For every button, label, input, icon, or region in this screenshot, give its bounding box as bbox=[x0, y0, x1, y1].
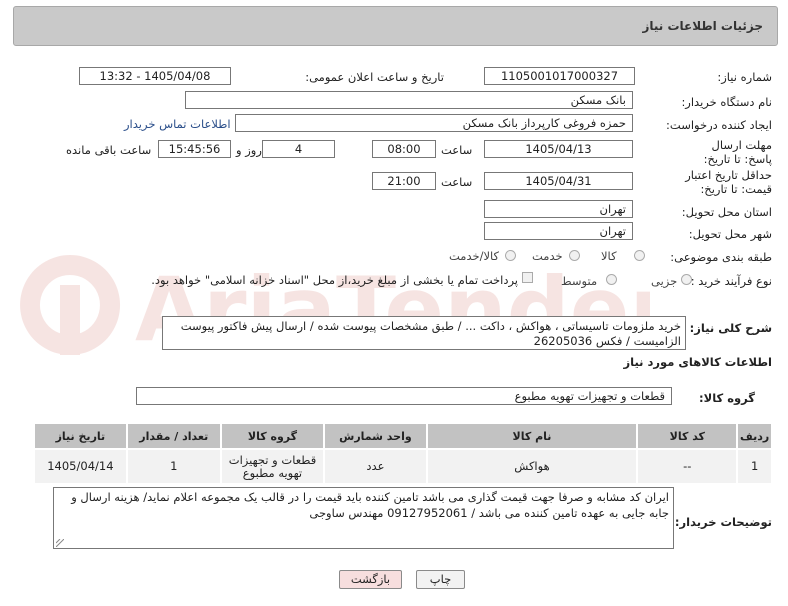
col-header-date: تاریخ نیاز bbox=[33, 424, 127, 449]
table-header-row: ردیف کد کالا نام کالا واحد شمارش گروه کا… bbox=[33, 424, 771, 449]
general-desc-field: خرید ملزومات تاسیساتی ، هواکش ، داکت ...… bbox=[162, 316, 686, 350]
category-radio-goods[interactable] bbox=[634, 250, 645, 261]
need-number-label: شماره نیاز: bbox=[717, 70, 772, 84]
category-option-service: خدمت bbox=[532, 249, 563, 263]
process-option-medium: متوسط bbox=[561, 274, 598, 288]
cell-qty: 1 bbox=[125, 448, 221, 483]
process-radio-medium[interactable] bbox=[606, 274, 617, 285]
reply-date-field: 1405/04/13 bbox=[484, 140, 633, 158]
print-button[interactable]: چاپ bbox=[416, 570, 465, 589]
col-header-qty: تعداد / مقدار bbox=[125, 424, 221, 449]
category-radio-service[interactable] bbox=[569, 250, 580, 261]
buyer-org-field: بانک مسکن bbox=[185, 91, 633, 109]
remaining-label: ساعت باقی مانده bbox=[66, 143, 152, 157]
validity-time-field: 21:00 bbox=[372, 172, 436, 190]
day-and-label: روز و bbox=[236, 143, 262, 157]
need-number-field: 1105001017000327 bbox=[484, 67, 635, 85]
buyer-contact-link[interactable]: اطلاعات تماس خریدار bbox=[124, 117, 231, 131]
validity-time-label: ساعت bbox=[441, 175, 473, 189]
reply-time-label: ساعت bbox=[441, 143, 473, 157]
cell-row: 1 bbox=[736, 448, 771, 483]
buyer-org-label: نام دستگاه خریدار: bbox=[681, 95, 772, 109]
category-option-goods-service: کالا/خدمت bbox=[449, 249, 500, 263]
remaining-time-field: 15:45:56 bbox=[158, 140, 231, 158]
remaining-days-field: 4 bbox=[262, 140, 335, 158]
panel-title: جزئیات اطلاعات نیاز bbox=[642, 19, 763, 33]
city-field: تهران bbox=[484, 222, 633, 240]
goods-info-heading: اطلاعات کالاهای مورد نیاز bbox=[623, 355, 772, 369]
cell-unit: عدد bbox=[323, 448, 427, 483]
buyer-notes-label: توضیحات خریدار: bbox=[674, 515, 772, 529]
cell-name: هواکش bbox=[425, 448, 638, 483]
treasury-payment-checkbox[interactable] bbox=[522, 272, 533, 283]
buyer-notes-field: ایران کد مشابه و صرفا جهت قیمت گذاری می … bbox=[53, 487, 674, 549]
cell-code: -- bbox=[636, 448, 738, 483]
reply-deadline-label: مهلت ارسال پاسخ: تا تاریخ: bbox=[703, 138, 772, 166]
creator-label: ایجاد کننده درخواست: bbox=[666, 118, 772, 132]
announce-datetime-label: تاریخ و ساعت اعلان عمومی: bbox=[305, 70, 444, 84]
panel-header: جزئیات اطلاعات نیاز bbox=[13, 6, 778, 46]
col-header-code: کد کالا bbox=[636, 424, 738, 449]
city-label: شهر محل تحویل: bbox=[688, 227, 772, 241]
category-label: طبقه بندی موضوعی: bbox=[670, 250, 772, 264]
announce-datetime-field: 1405/04/08 - 13:32 bbox=[79, 67, 231, 85]
price-validity-label: حداقل تاریخ اعتبار قیمت: تا تاریخ: bbox=[685, 168, 772, 196]
category-option-goods: کالا bbox=[601, 249, 617, 263]
province-field: تهران bbox=[484, 200, 633, 218]
table-row: 1 -- هواکش عدد قطعات و تجهیزات تهویه مطب… bbox=[33, 448, 771, 483]
goods-group-field: قطعات و تجهیزات تهویه مطبوع bbox=[136, 387, 672, 405]
validity-date-field: 1405/04/31 bbox=[484, 172, 633, 190]
col-header-unit: واحد شمارش bbox=[323, 424, 427, 449]
category-radio-goods-service[interactable] bbox=[505, 250, 516, 261]
general-desc-label: شرح کلی نیاز: bbox=[689, 321, 772, 335]
col-header-name: نام کالا bbox=[425, 424, 638, 449]
cell-group: قطعات و تجهیزات تهویه مطبوع bbox=[219, 448, 325, 483]
process-option-minor: جزیی bbox=[651, 274, 678, 288]
general-desc-text: خرید ملزومات تاسیساتی ، هواکش ، داکت ...… bbox=[180, 319, 681, 348]
creator-field: حمزه فروغی کارپرداز بانک مسکن bbox=[235, 114, 633, 132]
reply-time-field: 08:00 bbox=[372, 140, 436, 158]
cell-date: 1405/04/14 bbox=[33, 448, 127, 483]
payment-note: پرداخت تمام یا بخشی از مبلغ خرید،از محل … bbox=[151, 273, 518, 287]
buyer-notes-text: ایران کد مشابه و صرفا جهت قیمت گذاری می … bbox=[71, 490, 669, 520]
col-header-row: ردیف bbox=[736, 424, 771, 449]
process-radio-minor[interactable] bbox=[681, 274, 692, 285]
resize-grip-icon[interactable] bbox=[56, 539, 64, 547]
back-button[interactable]: بازگشت bbox=[339, 570, 402, 589]
process-type-label: نوع فرآیند خرید : bbox=[690, 274, 772, 288]
goods-group-label: گروه کالا: bbox=[699, 391, 755, 405]
province-label: استان محل تحویل: bbox=[681, 205, 772, 219]
goods-table: ردیف کد کالا نام کالا واحد شمارش گروه کا… bbox=[33, 424, 771, 483]
col-header-group: گروه کالا bbox=[219, 424, 325, 449]
